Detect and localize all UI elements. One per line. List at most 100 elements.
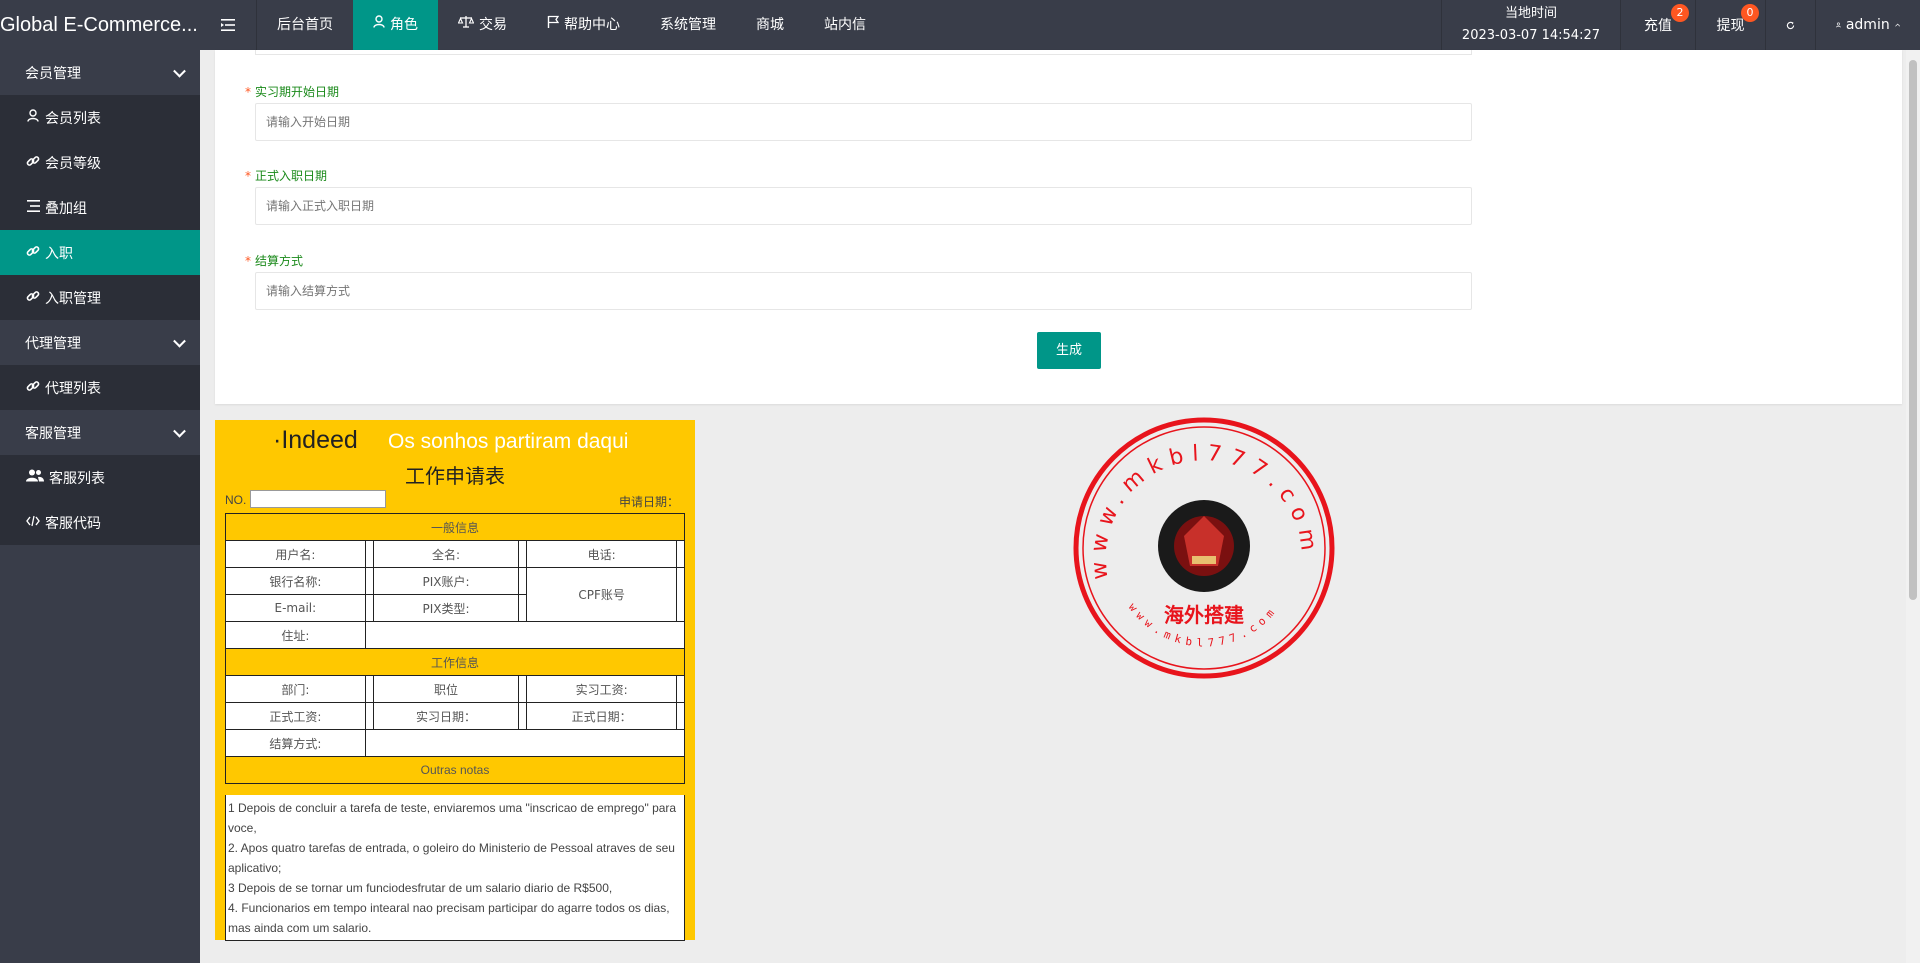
application-title: 工作申请表 [405,464,505,488]
nav-home[interactable]: 后台首页 [257,0,353,50]
local-time: 当地时间 2023-03-07 14:54:27 [1440,0,1620,50]
local-time-label: 当地时间 [1504,6,1557,21]
sidebar-item-member-list[interactable]: 会员列表 [0,95,200,140]
nav-messages-label: 站内信 [824,17,866,33]
withdraw-button[interactable]: 提现 0 [1695,0,1765,50]
sidebar: 会员管理 会员列表 会员等级 叠加组 入职 入职管理 代理管理 代理列表 客服管… [0,50,200,963]
nav-role[interactable]: 角色 [353,0,438,50]
chevron-down-icon [173,64,186,78]
stamp-inner-text: 海外搭建 [1164,603,1244,627]
intern-start-date-input[interactable] [255,103,1472,141]
cell-pix-account: PIX账户: [372,567,520,595]
local-time-value: 2023-03-07 14:54:27 [1461,28,1600,43]
scrollbar-thumb[interactable] [1909,60,1917,600]
cell-username: 用户名: [225,540,366,568]
cell-gap [518,594,528,622]
nav-trade[interactable]: 交易 [438,0,527,50]
cell-gap [675,567,686,622]
field-label-formal-date: * 正式入职日期 [245,167,327,184]
sidebar-group-agents[interactable]: 代理管理 [0,320,200,365]
sidebar-group-members[interactable]: 会员管理 [0,50,200,95]
chevron-down-icon [173,334,186,348]
sidebar-item-onboarding[interactable]: 入职 [0,230,200,275]
users-icon [25,469,45,486]
sidebar-item-agent-list[interactable]: 代理列表 [0,365,200,410]
page-scrollbar[interactable] [1906,50,1920,963]
chevron-up-icon [1894,23,1900,27]
refresh-icon [1786,21,1795,29]
user-menu[interactable]: admin [1815,0,1920,50]
cell-gap [364,567,374,595]
note-line: 3 Depois de se tornar um funciodesfrutar… [228,881,613,895]
user-icon [1836,22,1841,28]
field-label-text: 实习期开始日期 [255,85,340,99]
link-icon [25,289,41,307]
section-notes: Outras notas [225,756,685,784]
sidebar-item-onboarding-manage[interactable]: 入职管理 [0,275,200,320]
cell-cpf: CPF账号 [526,567,677,622]
nav-help-label: 帮助中心 [564,17,620,33]
notes-wrapper: 1 Depois de concluir a tarefa de teste, … [225,795,685,941]
app-logo[interactable]: Global E-Commerce... [0,0,200,50]
recharge-label: 充值 [1644,18,1672,34]
cell-gap [518,702,528,730]
link-icon [25,154,41,172]
sidebar-toggle-button[interactable] [200,0,257,50]
settlement-input[interactable] [255,272,1472,310]
nav-role-label: 角色 [390,17,418,33]
no-label: NO. [225,493,247,507]
list-icon [25,199,41,216]
sidebar-group-label: 客服管理 [25,425,81,442]
sidebar-item-support-list[interactable]: 客服列表 [0,455,200,500]
nav-messages[interactable]: 站内信 [804,0,886,50]
cell-gap [364,540,374,568]
recharge-button[interactable]: 充值 2 [1620,0,1695,50]
sidebar-item-label: 会员等级 [45,155,101,172]
generate-button[interactable]: 生成 [1037,332,1101,369]
formal-date-input[interactable] [255,187,1472,225]
required-mark: * [245,169,251,183]
sidebar-group-label: 会员管理 [25,65,81,82]
cell-bank-name: 银行名称: [225,567,366,595]
sidebar-item-member-level[interactable]: 会员等级 [0,140,200,185]
field-label-text: 正式入职日期 [255,169,328,183]
cell-department: 部门: [225,675,366,703]
sidebar-item-support-code[interactable]: 客服代码 [0,500,200,545]
indeed-brand: ·Indeed [273,426,358,454]
sidebar-group-support[interactable]: 客服管理 [0,410,200,455]
menu-fold-icon [221,19,235,31]
link-icon [25,379,41,397]
sidebar-group-label: 代理管理 [25,335,81,352]
header-right: 当地时间 2023-03-07 14:54:27 充值 2 提现 0 admin [1440,0,1920,50]
cell-gap [675,675,686,703]
note-line: 4. Funcionarios em tempo intearal nao pr… [228,901,670,935]
section-general: 一般信息 [225,513,685,541]
refresh-button[interactable] [1765,0,1815,50]
nav-mall[interactable]: 商城 [736,0,804,50]
no-field [250,490,386,508]
cell-gap [518,567,528,595]
user-icon [373,0,385,50]
application-table: 一般信息 用户名: 全名: 电话: 银行名称: PIX账户: CPF账号 E-m… [225,513,686,784]
cell-gap [518,540,528,568]
sidebar-item-overlay-group[interactable]: 叠加组 [0,185,200,230]
sidebar-item-label: 客服列表 [49,470,105,487]
cell-address-value [364,621,686,649]
nav-system[interactable]: 系统管理 [640,0,736,50]
cell-gap [675,540,686,568]
cell-formal-date: 正式日期： [526,702,677,730]
sidebar-item-label: 会员列表 [45,110,101,127]
cell-settlement: 结算方式: [225,729,366,757]
cell-gap [364,594,374,622]
nav-system-label: 系统管理 [660,17,716,33]
nav-home-label: 后台首页 [277,17,333,33]
cell-formal-salary: 正式工资: [225,702,366,730]
sidebar-item-label: 入职管理 [45,290,101,307]
cell-gap [364,702,374,730]
nav-help[interactable]: 帮助中心 [527,0,640,50]
note-line: 1 Depois de concluir a tarefa de teste, … [228,801,677,835]
cell-email: E-mail: [225,594,366,622]
recharge-badge: 2 [1671,4,1689,22]
section-job: 工作信息 [225,648,685,676]
top-header: Global E-Commerce... 后台首页 角色 交易 帮助中心 系统管… [0,0,1920,50]
